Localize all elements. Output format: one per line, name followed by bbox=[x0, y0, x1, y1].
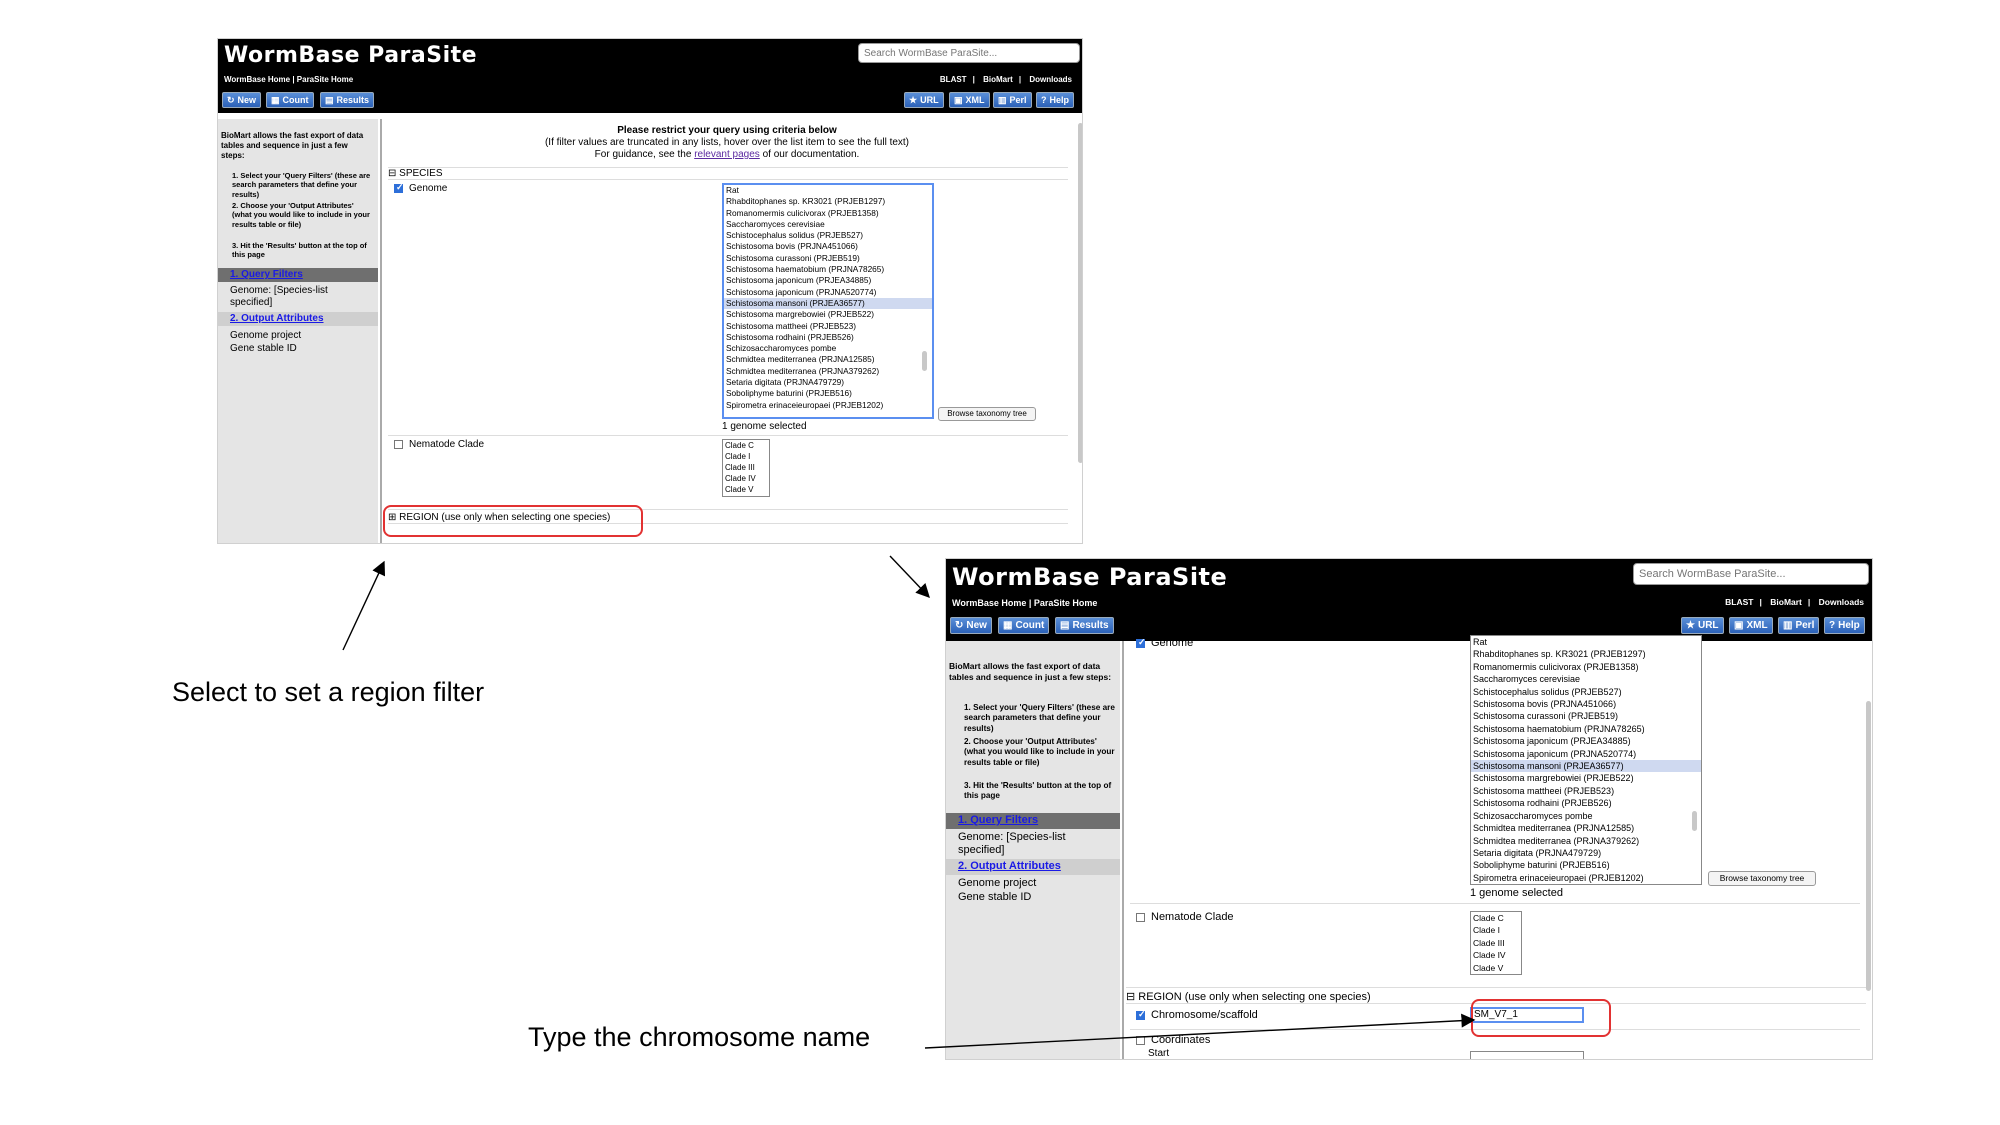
arrow-to-chromosome-input bbox=[924, 1013, 1476, 1049]
annotation-arrows bbox=[342, 555, 1476, 1049]
arrow-between-screenshots bbox=[889, 555, 930, 599]
arrow-to-region-header bbox=[342, 560, 386, 651]
